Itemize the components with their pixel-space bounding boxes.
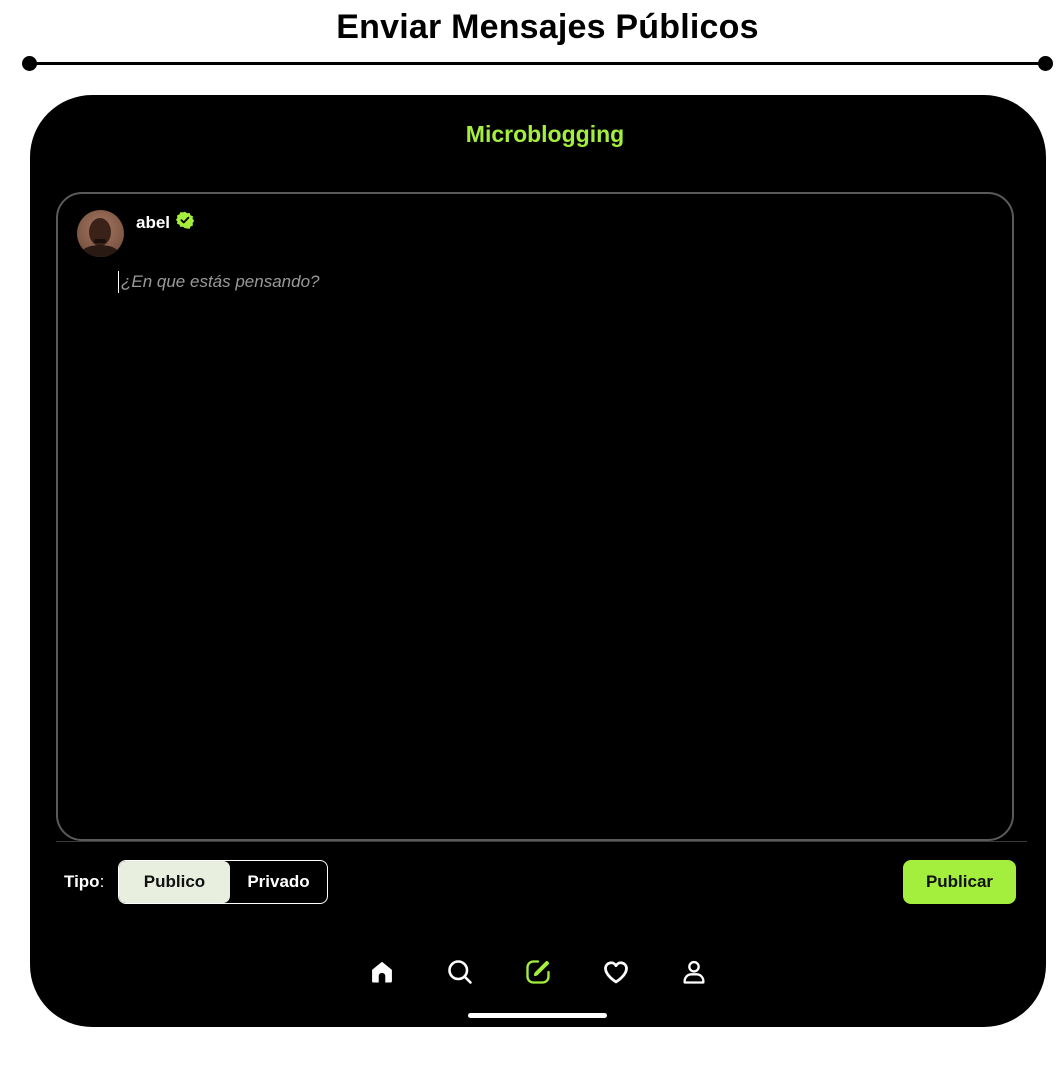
page-title: Enviar Mensajes Públicos [336,8,759,46]
nav-search[interactable] [445,959,475,989]
visibility-toggle[interactable]: Publico Privado [118,860,328,904]
post-text-input[interactable] [118,271,981,293]
visibility-option-publico[interactable]: Publico [119,861,230,903]
divider-dot-right [1038,56,1053,71]
nav-profile[interactable] [679,959,709,989]
visibility-label: Tipo: [64,872,104,892]
post-composer: abel [56,192,1014,841]
avatar[interactable] [77,210,124,257]
home-icon [368,958,396,991]
nav-home[interactable] [367,959,397,989]
composer-divider [56,841,1027,842]
home-indicator[interactable] [468,1013,607,1018]
app-screen: Microblogging abel ¿En que estás pensand… [30,95,1046,1027]
nav-favorites[interactable] [601,959,631,989]
username: abel [136,212,171,232]
compose-icon [524,958,552,991]
verified-badge-icon [175,211,195,234]
heart-icon [602,958,630,991]
nav-compose[interactable] [523,959,553,989]
search-icon [446,958,474,991]
divider-dot-left [22,56,37,71]
visibility-label-text: Tipo [64,872,100,891]
bottom-nav [30,959,1046,989]
visibility-option-privado[interactable]: Privado [230,861,327,903]
visibility-label-colon: : [99,872,105,891]
publish-button[interactable]: Publicar [903,860,1016,904]
user-icon [680,958,708,991]
app-title: Microblogging [465,121,625,147]
title-divider [30,62,1046,65]
